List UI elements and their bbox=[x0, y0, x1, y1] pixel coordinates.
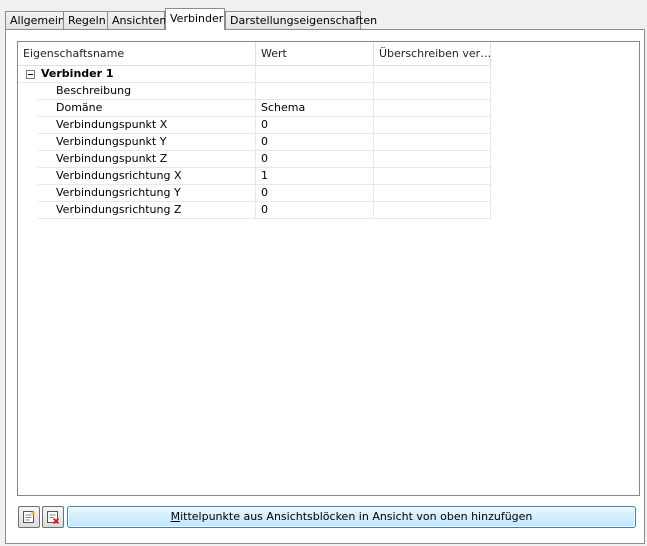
table-row[interactable]: Verbindungsrichtung Y 0 bbox=[18, 185, 491, 202]
property-value[interactable]: 0 bbox=[256, 202, 374, 219]
property-value[interactable]: 0 bbox=[256, 151, 374, 168]
property-grid[interactable]: Eigenschaftsname Wert Überschreiben ver…… bbox=[17, 41, 640, 496]
table-row[interactable]: Verbindungspunkt X 0 bbox=[18, 117, 491, 134]
tab-allgemein[interactable]: Allgemein bbox=[5, 11, 65, 29]
property-name: Verbindungspunkt X bbox=[38, 117, 256, 134]
property-override[interactable] bbox=[374, 100, 491, 117]
property-name: Verbindungspunkt Y bbox=[38, 134, 256, 151]
property-value[interactable]: 0 bbox=[256, 117, 374, 134]
group-label: Verbinder 1 bbox=[41, 67, 114, 80]
delete-connector-icon bbox=[47, 511, 60, 524]
property-name: Domäne bbox=[38, 100, 256, 117]
group-value-cell bbox=[256, 66, 374, 83]
add-connector-icon bbox=[23, 510, 36, 523]
property-value[interactable] bbox=[256, 83, 374, 100]
collapse-icon[interactable] bbox=[26, 70, 35, 79]
add-midpoints-button[interactable]: Mittelpunkte aus Ansichtsblöcken in Ansi… bbox=[67, 506, 636, 528]
table-row[interactable]: Verbindungsrichtung X 1 bbox=[18, 168, 491, 185]
grid-header: Eigenschaftsname Wert Überschreiben ver… bbox=[18, 42, 639, 66]
table-row[interactable]: Beschreibung bbox=[18, 83, 491, 100]
property-override[interactable] bbox=[374, 83, 491, 100]
property-value[interactable]: 0 bbox=[256, 185, 374, 202]
tab-regeln[interactable]: Regeln bbox=[63, 11, 108, 29]
table-row[interactable]: Verbindungsrichtung Z 0 bbox=[18, 202, 491, 219]
property-name: Verbindungsrichtung X bbox=[38, 168, 256, 185]
property-override[interactable] bbox=[374, 202, 491, 219]
button-label: ittelpunkte aus Ansichtsblöcken in Ansic… bbox=[180, 510, 533, 523]
property-value[interactable]: 0 bbox=[256, 134, 374, 151]
property-override[interactable] bbox=[374, 168, 491, 185]
tab-ansichten[interactable]: Ansichten bbox=[107, 11, 166, 29]
property-name: Beschreibung bbox=[38, 83, 256, 100]
property-name: Verbindungsrichtung Y bbox=[38, 185, 256, 202]
group-cell: Verbinder 1 bbox=[18, 66, 256, 83]
property-value[interactable]: Schema bbox=[256, 100, 374, 117]
property-name: Verbindungspunkt Z bbox=[38, 151, 256, 168]
property-name: Verbindungsrichtung Z bbox=[38, 202, 256, 219]
column-header-value[interactable]: Wert bbox=[256, 42, 374, 66]
table-row[interactable]: Verbindungspunkt Y 0 bbox=[18, 134, 491, 151]
add-connector-button[interactable] bbox=[18, 506, 40, 528]
property-override[interactable] bbox=[374, 185, 491, 202]
group-override-cell bbox=[374, 66, 491, 83]
group-row[interactable]: Verbinder 1 bbox=[18, 66, 491, 83]
property-override[interactable] bbox=[374, 151, 491, 168]
property-value[interactable]: 1 bbox=[256, 168, 374, 185]
table-row[interactable]: Domäne Schema bbox=[18, 100, 491, 117]
property-override[interactable] bbox=[374, 134, 491, 151]
table-row[interactable]: Verbindungspunkt Z 0 bbox=[18, 151, 491, 168]
hotkey-letter: M bbox=[170, 510, 181, 523]
tab-page-verbinder: Eigenschaftsname Wert Überschreiben ver…… bbox=[5, 29, 645, 544]
delete-connector-button[interactable] bbox=[42, 506, 64, 528]
property-override[interactable] bbox=[374, 117, 491, 134]
tab-darstellungseigenschaften[interactable]: Darstellungseigenschaften bbox=[225, 11, 377, 29]
column-header-name[interactable]: Eigenschaftsname bbox=[18, 42, 256, 66]
column-header-override[interactable]: Überschreiben ver… bbox=[374, 42, 491, 66]
tab-verbinder[interactable]: Verbinder bbox=[165, 8, 225, 30]
